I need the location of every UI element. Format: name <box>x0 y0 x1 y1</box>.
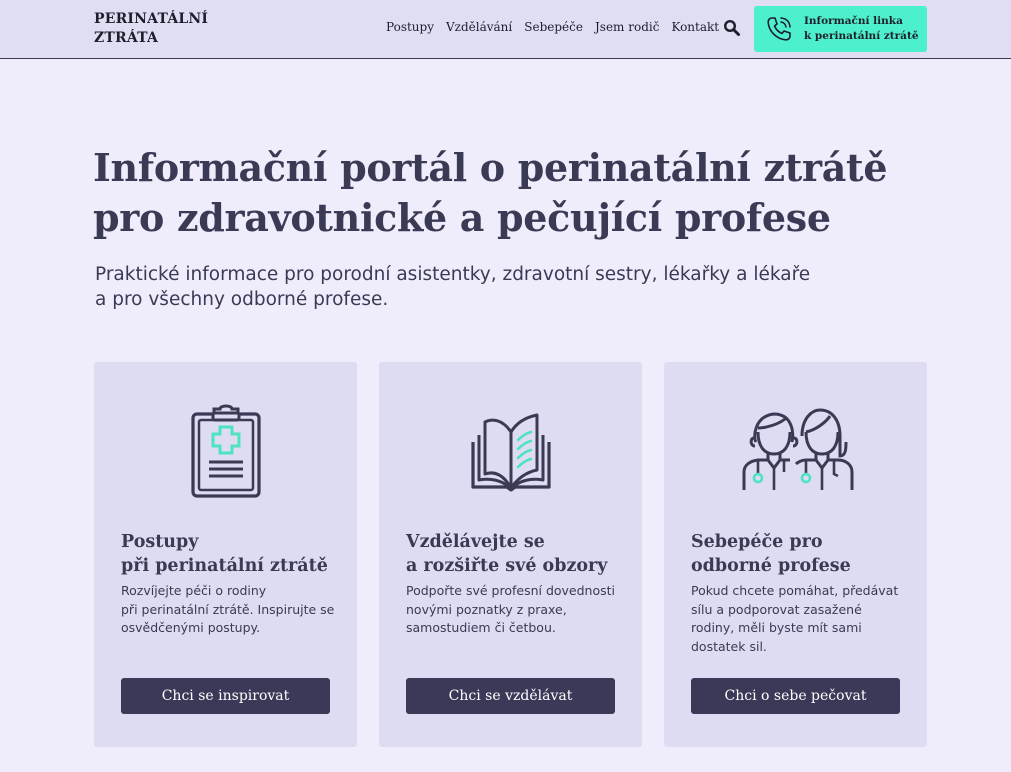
card-description: Podpořte své profesní dovednosti novými … <box>406 582 631 638</box>
card-text-line: Rozvíjejte péči o rodiny <box>121 583 267 598</box>
card-text-line: sílu a podporovat zasažené <box>691 601 862 617</box>
logo-line-1: PERINATÁLNÍ <box>94 11 209 27</box>
card-text-line: Pokud chcete pomáhat, předávat <box>691 583 899 598</box>
page-subtitle: Praktické informace pro porodní asistent… <box>95 262 875 312</box>
self-care-button[interactable]: Chci o sebe pečovat <box>691 678 900 714</box>
card-title-line-1: Postupy <box>121 532 199 552</box>
card-sebepece: Sebepéče pro odborné profese Pokud chcet… <box>664 362 927 747</box>
card-title: Postupy při perinatální ztrátě <box>121 530 346 578</box>
card-title: Vzdělávejte se a rozšiřte své obzory <box>406 530 631 578</box>
card-text-line: při perinatální ztrátě. Inspirujte se <box>121 601 335 617</box>
phone-icon <box>767 17 791 41</box>
card-title: Sebepéče pro odborné profese <box>691 530 916 578</box>
doctors-icon <box>742 408 854 490</box>
card-vzdelavani: Vzdělávejte se a rozšiřte své obzory Pod… <box>379 362 642 747</box>
helpline-line-2: k perinatální ztrátě <box>804 30 919 42</box>
nav-item-jsem-rodic[interactable]: Jsem rodič <box>595 20 659 34</box>
card-title-line-2: a rozšiřte své obzory <box>406 556 608 576</box>
logo-line-2: ZTRÁTA <box>94 30 159 46</box>
card-title-line-1: Vzdělávejte se <box>406 532 545 552</box>
card-title-line-2: při perinatální ztrátě <box>121 556 328 576</box>
card-text-line: osvědčenými postupy. <box>121 620 261 635</box>
card-text-line: dostatek sil. <box>691 638 767 654</box>
nav-item-sebepece[interactable]: Sebepéče <box>524 20 583 34</box>
page-title-line-2: pro zdravotnické a pečující profese <box>93 195 831 240</box>
site-logo[interactable]: PERINATÁLNÍ ZTRÁTA <box>94 10 208 48</box>
inspire-button[interactable]: Chci se inspirovat <box>121 678 330 714</box>
card-text-line: novými poznatky z praxe, <box>406 601 567 617</box>
main-nav: Postupy Vzdělávání Sebepéče Jsem rodič K… <box>386 20 731 34</box>
page-title: Informační portál o perinatální ztrátě p… <box>93 143 913 243</box>
card-postupy: Postupy při perinatální ztrátě Rozvíjejt… <box>94 362 357 747</box>
clipboard-icon <box>191 404 261 498</box>
helpline-button[interactable]: Informační linka k perinatální ztrátě <box>754 6 927 52</box>
book-icon <box>471 413 551 492</box>
educate-button[interactable]: Chci se vzdělávat <box>406 678 615 714</box>
card-text-line: Podpořte své profesní dovednosti <box>406 583 616 598</box>
page-title-line-1: Informační portál o perinatální ztrátě <box>93 145 888 190</box>
card-text-line: samostudiem či četbou. <box>406 620 556 635</box>
page-subtitle-line-1: Praktické informace pro porodní asistent… <box>95 264 811 285</box>
card-text-line: rodiny, měli byste mít sami <box>691 620 862 635</box>
search-icon[interactable] <box>723 19 741 37</box>
card-title-line-1: Sebepéče pro <box>691 532 823 552</box>
site-header: PERINATÁLNÍ ZTRÁTA Postupy Vzdělávání Se… <box>0 0 1011 59</box>
nav-item-vzdelavani[interactable]: Vzdělávání <box>446 20 512 34</box>
card-description: Rozvíjejte péči o rodiny při perinatální… <box>121 582 346 638</box>
helpline-line-1: Informační linka <box>804 15 903 27</box>
nav-item-postupy[interactable]: Postupy <box>386 20 434 34</box>
helpline-label: Informační linka k perinatální ztrátě <box>804 14 919 44</box>
nav-item-kontakt[interactable]: Kontakt <box>671 20 719 34</box>
card-title-line-2: odborné profese <box>691 556 851 576</box>
card-description: Pokud chcete pomáhat, předávat sílu a po… <box>691 582 916 656</box>
page-subtitle-line-2: a pro všechny odborné profese. <box>95 289 389 310</box>
